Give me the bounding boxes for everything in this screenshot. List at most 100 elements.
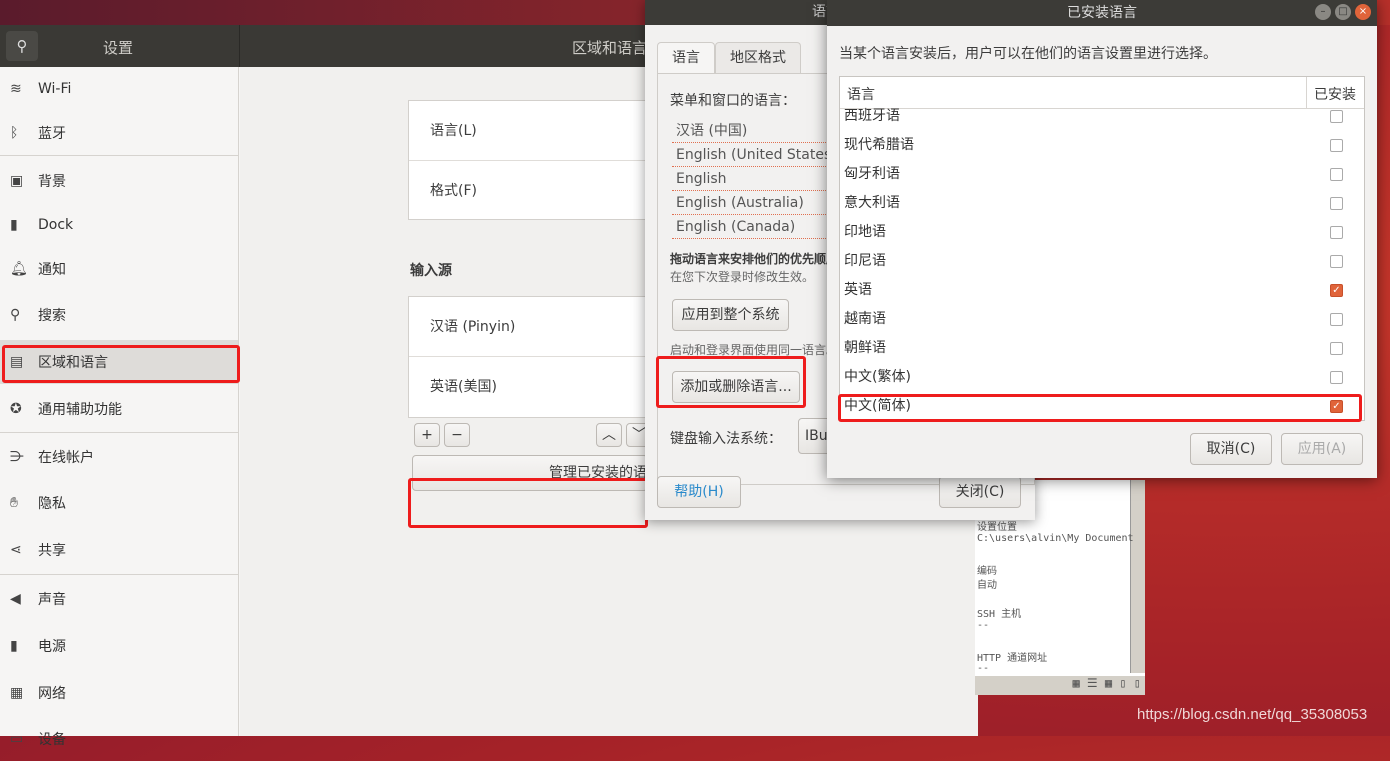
bluetooth-icon: ᛒ xyxy=(10,125,19,141)
language-name: 意大利语 xyxy=(844,195,900,211)
installed-checkbox[interactable] xyxy=(1330,342,1343,355)
apply-button[interactable]: 应用(A) xyxy=(1281,433,1363,465)
search-icon: ⚲ xyxy=(10,307,21,323)
language-row[interactable]: 匈牙利语 xyxy=(840,160,1364,189)
help-button[interactable]: 帮助(H) xyxy=(657,476,741,508)
sidebar-item-devices[interactable]: ▭ 设备 xyxy=(0,717,238,761)
sidebar-item-share[interactable]: ⋖ 共享 xyxy=(0,528,238,572)
installed-checkbox[interactable] xyxy=(1330,226,1343,239)
menu-language-label: 菜单和窗口的语言： xyxy=(670,93,796,109)
tab-regional-formats[interactable]: 地区格式 xyxy=(715,42,801,73)
formats-row[interactable]: 格式(F) xyxy=(409,161,647,221)
language-row[interactable]: 意大利语 xyxy=(840,189,1364,218)
cancel-button[interactable]: 取消(C) xyxy=(1190,433,1272,465)
sidebar-item-bell[interactable]: 🔔︎ 通知 xyxy=(0,247,238,291)
network-icon: ▦ xyxy=(10,685,24,701)
sidebar-item-accessibility[interactable]: ✪ 通用辅助功能 xyxy=(0,387,238,431)
sidebar-item-label: 蓝牙 xyxy=(38,126,66,142)
input-source-item[interactable]: 汉语 (Pinyin) xyxy=(409,297,647,357)
setting-line: 设置位置 xyxy=(977,522,1017,533)
installed-checkbox[interactable] xyxy=(1330,255,1343,268)
divider xyxy=(0,574,238,575)
language-row[interactable]: 语言(L) xyxy=(409,101,647,161)
input-sources-title: 输入源 xyxy=(410,263,452,279)
maximize-button[interactable]: □ xyxy=(1335,4,1351,20)
language-name: 匈牙利语 xyxy=(844,166,900,182)
installed-checkbox[interactable]: ✓ xyxy=(1330,284,1343,297)
setting-line: -- xyxy=(977,663,990,674)
installed-checkbox[interactable] xyxy=(1330,197,1343,210)
sidebar-item-bluetooth[interactable]: ᛒ 蓝牙 xyxy=(0,111,238,155)
sidebar-item-wifi[interactable]: ≋ Wi-Fi xyxy=(0,67,238,111)
scrollbar[interactable] xyxy=(1130,480,1145,673)
divider xyxy=(0,432,238,433)
accessibility-icon: ✪ xyxy=(10,401,22,417)
input-source-item[interactable]: 英语(美国) xyxy=(409,357,647,417)
sidebar-item-online-accounts[interactable]: ⋺ 在线帐户 xyxy=(0,435,238,479)
language-row[interactable]: 现代希腊语 xyxy=(840,131,1364,160)
move-up-button[interactable]: ︿ xyxy=(596,423,622,447)
minimize-button[interactable]: – xyxy=(1315,4,1331,20)
view-mode-toolbar[interactable]: ▦ ☰ ▦ ▯ ▯ xyxy=(975,676,1145,695)
sidebar-item-hand[interactable]: ✋︎ 隐私 xyxy=(0,481,238,525)
close-window-button[interactable]: × xyxy=(1355,4,1371,20)
description: 当某个语言安装后，用户可以在他们的语言设置里进行选择。 xyxy=(839,46,1217,62)
close-button[interactable]: 关闭(C) xyxy=(939,476,1021,508)
setting-line: 编码 xyxy=(977,565,997,577)
installed-checkbox[interactable] xyxy=(1330,371,1343,384)
bell-icon: 🔔︎ xyxy=(10,261,28,277)
language-name: 越南语 xyxy=(844,311,886,327)
language-name: 现代希腊语 xyxy=(844,137,914,153)
sidebar-item-speaker[interactable]: ◀︎ 声音 xyxy=(0,577,238,621)
online-accounts-icon: ⋺ xyxy=(10,449,24,465)
installed-checkbox[interactable] xyxy=(1330,168,1343,181)
installed-checkbox[interactable] xyxy=(1330,139,1343,152)
language-row[interactable]: 英语 ✓ xyxy=(840,276,1364,305)
devices-icon: ▭ xyxy=(10,731,24,747)
language-row[interactable]: 越南语 xyxy=(840,305,1364,334)
sidebar-item-dock[interactable]: ▮ Dock xyxy=(0,203,238,247)
column-header-language[interactable]: 语言 xyxy=(847,84,875,104)
language-row[interactable]: 朝鲜语 xyxy=(840,334,1364,363)
sidebar-item-search[interactable]: ⚲ 搜索 xyxy=(0,293,238,337)
grid-icon[interactable]: ▦ ☰ ▦ ▯ ▯ xyxy=(1072,676,1141,690)
setting-line: SSH 主机 xyxy=(977,609,1022,620)
chevron-down-icon: ﹀ xyxy=(632,427,646,443)
close-icon: × xyxy=(1358,6,1368,17)
language-row[interactable]: 中文(繁体) xyxy=(840,363,1364,392)
settings-title: 设置 xyxy=(103,39,134,57)
setting-line: C:\users\alvin\My Document xyxy=(977,532,1134,544)
add-input-source-button[interactable]: + xyxy=(414,423,440,447)
language-list: 语言 已安装 西班牙语现代希腊语匈牙利语意大利语印地语 印尼语 英语 ✓ 越南语朝鲜语中… xyxy=(839,76,1365,421)
sidebar-item-label: Wi-Fi xyxy=(38,81,72,97)
remove-input-source-button[interactable]: − xyxy=(444,423,470,447)
highlight-box xyxy=(408,478,648,528)
sidebar-item-background[interactable]: ▣ 背景 xyxy=(0,159,238,203)
language-row[interactable]: 西班牙语 xyxy=(840,102,1364,131)
ime-label: 键盘输入法系统： xyxy=(670,431,782,447)
language-name: 朝鲜语 xyxy=(844,340,886,356)
watermark: https://blog.csdn.net/qq_35308053 xyxy=(1137,706,1368,723)
sidebar: ≋ Wi-Fi ᛒ 蓝牙 ▣ 背景 ▮ Dock 🔔︎ 通知 ⚲ 搜索 ▤ 区域和语言 ✪ 通用辅助功能 ⋺ 在线… xyxy=(0,67,239,748)
apply-system-wide-button[interactable]: 应用到整个系统 xyxy=(672,299,789,331)
highlight-box xyxy=(838,394,1362,422)
sidebar-item-power[interactable]: ▮ 电源 xyxy=(0,624,238,668)
sidebar-item-network[interactable]: ▦ 网络 xyxy=(0,671,238,715)
dialog-title: 已安装语言 xyxy=(827,0,1377,26)
tab-language[interactable]: 语言 xyxy=(657,42,715,73)
language-row[interactable]: 印地语 xyxy=(840,218,1364,247)
highlight-box xyxy=(656,356,806,408)
divider xyxy=(0,155,238,156)
panel-title: 区域和语言 xyxy=(572,39,648,57)
sidebar-item-label: 电源 xyxy=(38,639,66,655)
minimize-icon: – xyxy=(1320,6,1326,17)
search-button[interactable]: ⚲ xyxy=(6,31,38,61)
wifi-icon: ≋ xyxy=(10,81,22,97)
column-header-installed[interactable]: 已安装 xyxy=(1314,84,1356,104)
drag-hint: 拖动语言来安排他们的优先顺序。 xyxy=(670,252,851,266)
installed-checkbox[interactable] xyxy=(1330,110,1343,123)
installed-checkbox[interactable] xyxy=(1330,313,1343,326)
sidebar-item-label: 背景 xyxy=(38,174,66,190)
highlight-box xyxy=(2,345,240,383)
language-row[interactable]: 印尼语 xyxy=(840,247,1364,276)
